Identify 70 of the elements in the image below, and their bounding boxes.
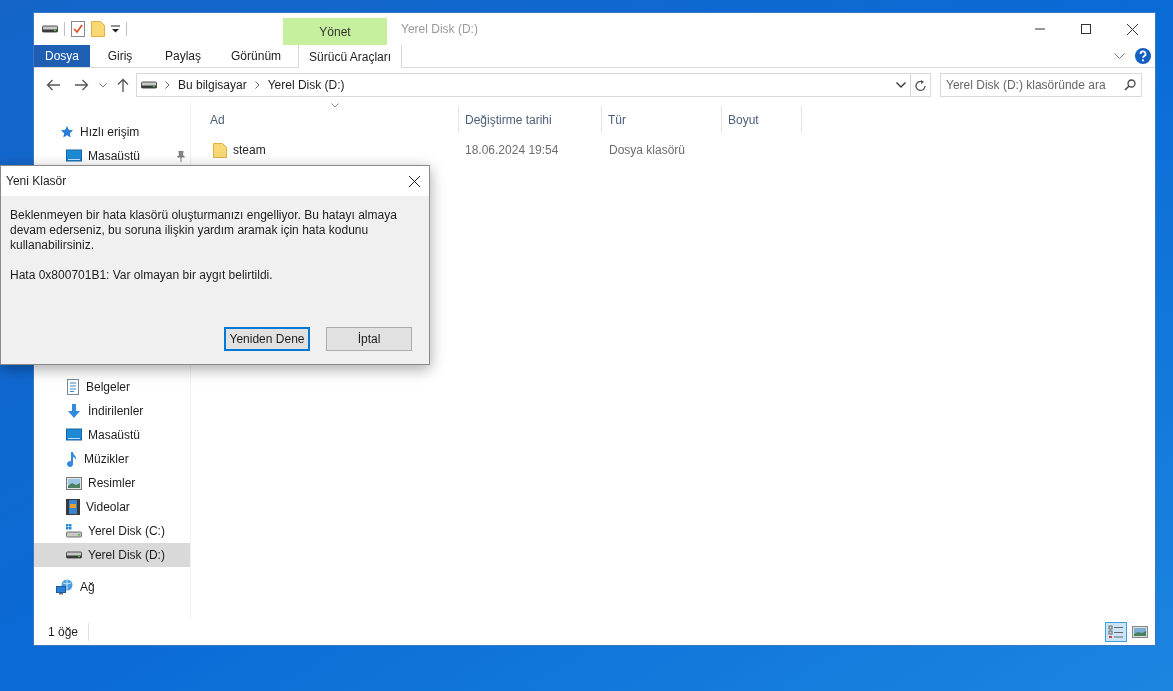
ribbon-tab[interactable]: Sürücü Araçları	[298, 45, 403, 68]
window-title: Yerel Disk (D:)	[401, 21, 478, 38]
chevron-icon	[254, 81, 260, 89]
sidebar-item[interactable]: Masaüstü	[34, 144, 190, 168]
details-list-icon	[1108, 625, 1124, 639]
sidebar-item[interactable]: Ağ	[34, 575, 190, 599]
address-bar[interactable]: Bu bilgisayar Yerel Disk (D:)	[136, 73, 911, 97]
table-cell-text: 18.06.2024 19:54	[464, 142, 560, 159]
properties-icon[interactable]	[71, 21, 85, 37]
column-header[interactable]: Değiştirme tarihi	[459, 106, 602, 133]
breadcrumb-link[interactable]: Bu bilgisayar	[178, 76, 247, 94]
error-code-text: Hata 0x800701B1: Var olmayan bir aygıt belirtildi.	[10, 268, 274, 283]
item-count: 1 öğe	[48, 623, 90, 641]
maximize-icon	[1081, 24, 1091, 34]
chevron-icon	[165, 81, 170, 89]
forward-arrow-icon	[75, 79, 89, 91]
ribbon-tab[interactable]: Paylaş	[150, 45, 217, 67]
star-icon	[60, 125, 74, 139]
close-icon	[1126, 23, 1138, 35]
monitor-icon	[66, 428, 82, 442]
column-header[interactable]: Boyut	[722, 106, 802, 133]
search-field[interactable]: Yerel Disk (D:) klasöründe ara	[940, 73, 1142, 97]
sidebar-item[interactable]: Videolar	[34, 495, 190, 519]
folder-icon	[213, 142, 227, 158]
drive-icon	[141, 81, 157, 89]
table-cell-text: Dosya klasörü	[608, 142, 687, 159]
dialog-button[interactable]: Yeniden Dene	[224, 327, 310, 351]
film-icon	[66, 499, 80, 515]
sidebar-item[interactable]: Müzikler	[34, 447, 190, 471]
document-icon	[66, 379, 80, 395]
refresh-icon	[914, 78, 927, 92]
sidebar-item[interactable]: Belgeler	[34, 375, 190, 399]
breadcrumb-link[interactable]: Yerel Disk (D:)	[267, 76, 345, 94]
close-icon	[408, 175, 420, 187]
tab-group-header: Yönet	[283, 18, 387, 45]
drive-icon	[66, 524, 82, 538]
refresh-button[interactable]	[911, 73, 931, 97]
monitor-icon	[66, 149, 82, 163]
drive-icon	[66, 551, 82, 559]
ribbon-tab[interactable]: Görünüm	[216, 45, 297, 67]
column-header[interactable]: Tür	[602, 106, 722, 133]
drive-icon[interactable]	[42, 25, 58, 33]
down-arrow-icon	[66, 403, 82, 419]
sidebar-item[interactable]: Masaüstü	[34, 423, 190, 447]
ribbon-tab[interactable]: Giriş	[90, 45, 150, 67]
column-header[interactable]: Ad	[204, 106, 459, 133]
sidebar-item[interactable]: Resimler	[34, 471, 190, 495]
dialog-message: Beklenmeyen bir hata klasörü oluşturmanızı engelliyor. Bu hatayı almaya devam ederseniz, bu soruna ilişkin yardım aramak için hata kodunu kullanabilirsiniz.	[10, 208, 398, 253]
chevron-down-icon	[99, 82, 107, 88]
dialog-button[interactable]: İptal	[326, 327, 412, 351]
music-note-icon	[66, 451, 78, 467]
ribbon-tab[interactable]: Dosya	[34, 45, 90, 67]
dropdown-icon[interactable]	[896, 82, 906, 88]
sidebar-item[interactable]: İndirilenler	[34, 399, 190, 423]
search-icon	[1124, 79, 1136, 91]
help-icon[interactable]	[1135, 48, 1151, 64]
sidebar-item[interactable]: Yerel Disk (C:)	[34, 519, 190, 543]
sort-indicator-icon	[331, 103, 339, 108]
dialog-title: Yeni Klasör	[6, 173, 67, 190]
details-view-button[interactable]	[1105, 622, 1127, 642]
expand-ribbon-icon[interactable]	[1114, 52, 1125, 60]
sidebar-item[interactable]: Yerel Disk (D:)	[34, 543, 190, 567]
picture-icon	[1132, 626, 1148, 638]
sidebar-item[interactable]: Hızlı erişim	[34, 120, 190, 144]
file-name[interactable]: steam	[233, 141, 266, 159]
up-arrow-icon	[117, 78, 129, 92]
network-icon	[56, 579, 74, 595]
picture-icon	[66, 476, 82, 490]
customize-dropdown-icon[interactable]	[111, 25, 120, 33]
back-arrow-icon	[46, 79, 60, 91]
